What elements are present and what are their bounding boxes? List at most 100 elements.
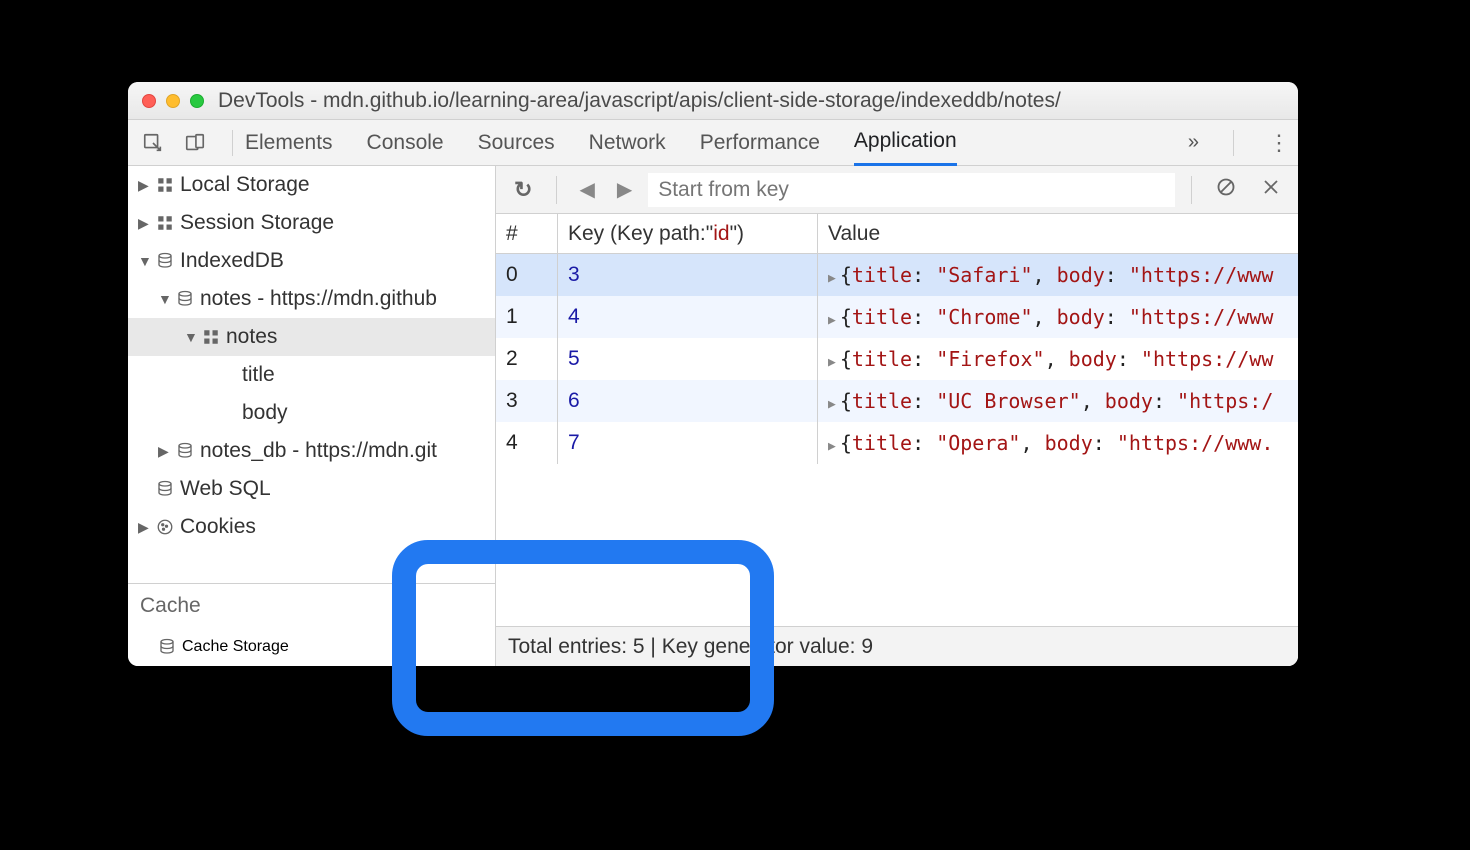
table-body: 03▶{title: "Safari", body: "https://www1… bbox=[496, 254, 1298, 626]
disclosure-triangle-icon[interactable] bbox=[138, 177, 152, 194]
header-index[interactable]: # bbox=[496, 214, 558, 253]
window-title: DevTools - mdn.github.io/learning-area/j… bbox=[218, 89, 1061, 113]
sidebar-item-label: title bbox=[242, 363, 275, 387]
minimize-window-button[interactable] bbox=[166, 94, 180, 108]
db-icon bbox=[156, 252, 174, 270]
maximize-window-button[interactable] bbox=[190, 94, 204, 108]
table-row[interactable]: 03▶{title: "Safari", body: "https://www bbox=[496, 254, 1298, 296]
cell-key: 5 bbox=[558, 338, 818, 380]
disclosure-triangle-icon[interactable] bbox=[184, 329, 198, 345]
tab-application[interactable]: Application bbox=[854, 120, 957, 166]
tab-performance[interactable]: Performance bbox=[700, 120, 820, 166]
cell-value: ▶{title: "Chrome", body: "https://www bbox=[818, 296, 1298, 338]
clear-object-store-icon[interactable] bbox=[1208, 177, 1244, 203]
cell-value: ▶{title: "Safari", body: "https://www bbox=[818, 254, 1298, 296]
sidebar-item-local-storage[interactable]: Local Storage bbox=[128, 166, 495, 204]
sidebar-item-cookies[interactable]: Cookies bbox=[128, 508, 495, 545]
cell-index: 0 bbox=[496, 254, 558, 296]
sidebar-item-session-storage[interactable]: Session Storage bbox=[128, 204, 495, 242]
cell-key: 3 bbox=[558, 254, 818, 296]
main-panel: ↻ ◀ ▶ # Key (Key path: "id") bbox=[496, 166, 1298, 666]
delete-selected-icon[interactable] bbox=[1254, 178, 1288, 202]
table-row[interactable]: 25▶{title: "Firefox", body: "https://ww bbox=[496, 338, 1298, 380]
content: Local Storage Session Storage IndexedDB not… bbox=[128, 166, 1298, 666]
sidebar-item-label: IndexedDB bbox=[180, 249, 284, 273]
sidebar: Local Storage Session Storage IndexedDB not… bbox=[128, 166, 496, 666]
disclosure-triangle-icon[interactable] bbox=[158, 443, 172, 460]
settings-menu-icon[interactable]: ⋮ bbox=[1268, 130, 1288, 156]
tabs-tools bbox=[138, 132, 220, 154]
divider bbox=[1233, 130, 1234, 156]
db-icon bbox=[158, 638, 176, 656]
next-page-icon[interactable]: ▶ bbox=[611, 177, 638, 202]
cell-index: 4 bbox=[496, 422, 558, 464]
table-row[interactable]: 14▶{title: "Chrome", body: "https://www bbox=[496, 296, 1298, 338]
refresh-icon[interactable]: ↻ bbox=[506, 177, 540, 203]
divider bbox=[1191, 176, 1192, 204]
cell-value: ▶{title: "Opera", body: "https://www. bbox=[818, 422, 1298, 464]
sidebar-item-label: Cookies bbox=[180, 515, 256, 539]
sidebar-item-label: Local Storage bbox=[180, 173, 310, 197]
table-header: # Key (Key path: "id") Value bbox=[496, 214, 1298, 254]
close-window-button[interactable] bbox=[142, 94, 156, 108]
tab-sources[interactable]: Sources bbox=[478, 120, 555, 166]
devtools-tabs: Elements Console Sources Network Performance… bbox=[128, 120, 1298, 166]
sidebar-item-label: Session Storage bbox=[180, 211, 334, 235]
sidebar-item-web-sql[interactable]: Web SQL bbox=[128, 470, 495, 508]
sidebar-item-cache-storage[interactable]: Cache Storage bbox=[128, 628, 495, 666]
sidebar-item-notes[interactable]: notes bbox=[128, 318, 495, 356]
tab-network[interactable]: Network bbox=[589, 120, 666, 166]
devtools-window: DevTools - mdn.github.io/learning-area/j… bbox=[128, 82, 1298, 666]
sidebar-item-notes-https-mdn-github[interactable]: notes - https://mdn.github bbox=[128, 280, 495, 318]
prev-page-icon[interactable]: ◀ bbox=[573, 177, 600, 202]
device-toolbar-icon[interactable] bbox=[184, 132, 206, 154]
tab-console[interactable]: Console bbox=[367, 120, 444, 166]
more-tabs-button[interactable]: » bbox=[1188, 131, 1199, 154]
sidebar-item-title[interactable]: title bbox=[128, 356, 495, 394]
traffic-lights bbox=[142, 94, 204, 108]
sidebar-item-label: body bbox=[242, 401, 288, 425]
disclosure-triangle-icon[interactable] bbox=[138, 519, 152, 536]
sidebar-item-label: Web SQL bbox=[180, 477, 271, 501]
db-icon bbox=[176, 442, 194, 460]
header-value[interactable]: Value bbox=[818, 214, 1298, 253]
tab-elements[interactable]: Elements bbox=[245, 120, 333, 166]
cache-section-label: Cache bbox=[128, 584, 495, 628]
storage-tree: Local Storage Session Storage IndexedDB not… bbox=[128, 166, 495, 545]
cell-index: 3 bbox=[496, 380, 558, 422]
divider bbox=[556, 176, 557, 204]
status-footer: Total entries: 5 | Key generator value: … bbox=[496, 626, 1298, 666]
db-icon bbox=[176, 290, 194, 308]
db-icon bbox=[156, 480, 174, 498]
cell-key: 6 bbox=[558, 380, 818, 422]
sidebar-item-label: notes_db - https://mdn.git bbox=[200, 439, 437, 463]
grid-icon bbox=[156, 176, 174, 194]
cell-key: 7 bbox=[558, 422, 818, 464]
titlebar: DevTools - mdn.github.io/learning-area/j… bbox=[128, 82, 1298, 120]
header-key-prefix: Key (Key path: bbox=[568, 222, 706, 246]
data-toolbar: ↻ ◀ ▶ bbox=[496, 166, 1298, 214]
disclosure-triangle-icon[interactable] bbox=[158, 291, 172, 307]
sidebar-item-indexeddb[interactable]: IndexedDB bbox=[128, 242, 495, 280]
tabs-list: Elements Console Sources Network Performance… bbox=[245, 120, 957, 166]
footer-text: Total entries: 5 | Key generator value: … bbox=[508, 635, 873, 659]
sidebar-item-label: notes bbox=[226, 325, 277, 349]
cell-index: 1 bbox=[496, 296, 558, 338]
cache-tree: Cache Storage bbox=[128, 628, 495, 666]
cell-value: ▶{title: "Firefox", body: "https://ww bbox=[818, 338, 1298, 380]
table-row[interactable]: 47▶{title: "Opera", body: "https://www. bbox=[496, 422, 1298, 464]
inspect-element-icon[interactable] bbox=[142, 132, 164, 154]
header-key[interactable]: Key (Key path: "id") bbox=[558, 214, 818, 253]
table-row[interactable]: 36▶{title: "UC Browser", body: "https:/ bbox=[496, 380, 1298, 422]
disclosure-triangle-icon[interactable] bbox=[138, 215, 152, 232]
divider bbox=[232, 130, 233, 156]
header-key-path: id bbox=[713, 222, 729, 246]
cookie-icon bbox=[156, 518, 174, 536]
sidebar-item-notes-db-https-mdn-git[interactable]: notes_db - https://mdn.git bbox=[128, 432, 495, 470]
cell-index: 2 bbox=[496, 338, 558, 380]
sidebar-item-body[interactable]: body bbox=[128, 394, 495, 432]
tabs-right: » ⋮ bbox=[1188, 130, 1288, 156]
key-search-input[interactable] bbox=[648, 173, 1175, 207]
sidebar-item-label: Cache Storage bbox=[182, 638, 289, 656]
disclosure-triangle-icon[interactable] bbox=[138, 253, 152, 269]
